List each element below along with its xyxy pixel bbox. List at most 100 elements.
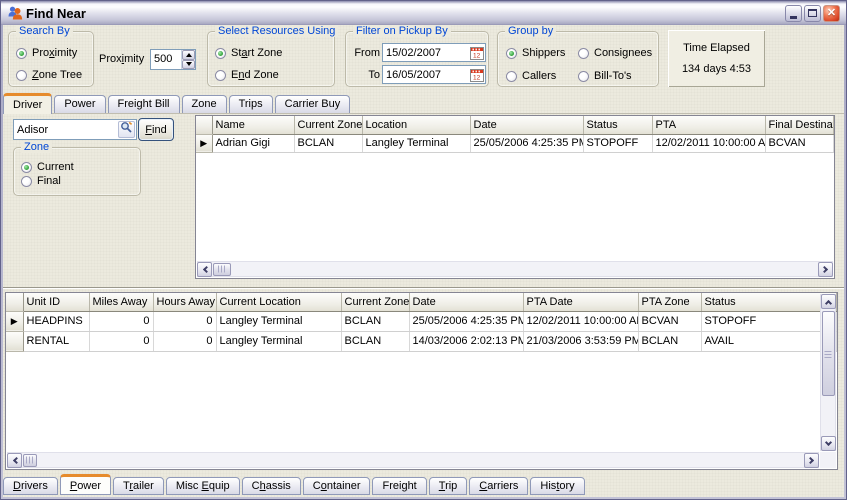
resource-tab-freight-bill[interactable]: Freight Bill xyxy=(108,95,180,113)
close-icon: ✕ xyxy=(827,6,836,21)
table-row[interactable]: ▶Adrian GigiBCLANLangley Terminal25/05/2… xyxy=(196,134,834,152)
power-grid-table-wrap: Unit IDMiles AwayHours AwayCurrent Locat… xyxy=(6,293,837,352)
calendar-icon[interactable]: 12 xyxy=(470,46,484,60)
column-header-pta-zone[interactable]: PTA Zone xyxy=(638,293,701,311)
cell-current-location: Langley Terminal xyxy=(216,331,341,351)
hscroll-thumb[interactable] xyxy=(213,263,231,276)
proximity-spinedit[interactable]: 500 xyxy=(150,49,196,70)
window-title: Find Near xyxy=(26,6,785,21)
column-header-miles-away[interactable]: Miles Away xyxy=(89,293,153,311)
close-button[interactable]: ✕ xyxy=(823,5,840,22)
equipment-tab-power[interactable]: Power xyxy=(60,474,111,495)
resource-tab-zone[interactable]: Zone xyxy=(182,95,227,113)
scroll-left-button[interactable] xyxy=(7,453,22,468)
svg-text:12: 12 xyxy=(473,74,481,81)
row-selector[interactable] xyxy=(6,331,23,351)
resource-tab-driver[interactable]: Driver xyxy=(3,93,52,114)
search-by-radio-proximity[interactable]: Proximity xyxy=(16,47,93,59)
column-header-final-destination[interactable]: Final Destination xyxy=(765,116,834,134)
hscroll-thumb[interactable] xyxy=(23,454,37,467)
find-button[interactable]: Find xyxy=(138,118,174,141)
resource-tab-carrier-buy[interactable]: Carrier Buy xyxy=(275,95,351,113)
column-header-status[interactable]: Status xyxy=(583,116,652,134)
resource-tab-trips[interactable]: Trips xyxy=(229,95,273,113)
row-selector[interactable]: ▶ xyxy=(196,134,212,152)
to-date-input[interactable]: 16/05/2007 12 xyxy=(382,65,486,84)
zone-radio-final[interactable]: Final xyxy=(21,175,140,187)
search-by-radio-zone-tree[interactable]: Zone Tree xyxy=(16,69,93,81)
driver-search-field[interactable]: Adisor xyxy=(13,119,137,140)
proximity-value[interactable]: 500 xyxy=(151,50,181,69)
cell-status: AVAIL xyxy=(701,331,837,351)
equipment-tab-history[interactable]: History xyxy=(530,477,584,495)
power-results-grid: Unit IDMiles AwayHours AwayCurrent Locat… xyxy=(5,292,838,470)
group-by-radio-callers[interactable]: Callers xyxy=(506,70,578,82)
group-by-radio-shippers[interactable]: Shippers xyxy=(506,47,578,59)
scroll-left-button[interactable] xyxy=(197,262,212,277)
equipment-tab-drivers[interactable]: Drivers xyxy=(3,477,58,495)
pickup-filter-group: Filter on Pickup By From 15/02/2007 12 T… xyxy=(345,31,489,87)
column-header-pta[interactable]: PTA xyxy=(652,116,765,134)
to-date-value[interactable]: 16/05/2007 xyxy=(383,69,470,81)
column-header-date[interactable]: Date xyxy=(470,116,583,134)
equipment-tab-misc-equip[interactable]: Misc Equip xyxy=(166,477,240,495)
scroll-right-button[interactable] xyxy=(804,453,819,468)
scroll-down-button[interactable] xyxy=(821,436,836,451)
column-header-hours-away[interactable]: Hours Away xyxy=(153,293,216,311)
cell-date: 25/05/2006 4:25:35 PM xyxy=(409,311,523,331)
lookup-button[interactable] xyxy=(118,121,135,138)
cell-pta-date: 21/03/2006 3:53:59 PM xyxy=(523,331,638,351)
scroll-up-button[interactable] xyxy=(821,294,836,309)
column-header-status[interactable]: Status xyxy=(701,293,837,311)
client-area: Search By ProximityZone Tree Proximity 5… xyxy=(3,25,844,497)
radio-label: Callers xyxy=(522,70,556,82)
from-date-input[interactable]: 15/02/2007 12 xyxy=(382,43,486,62)
cell-location: Langley Terminal xyxy=(362,134,470,152)
equipment-tab-chassis[interactable]: Chassis xyxy=(242,477,301,495)
driver-grid-hscrollbar[interactable] xyxy=(197,261,833,277)
spin-up-button[interactable] xyxy=(182,50,195,60)
from-date-value[interactable]: 15/02/2007 xyxy=(383,47,470,59)
group-by-radio-consignees[interactable]: Consignees xyxy=(578,47,658,59)
column-header-pta-date[interactable]: PTA Date xyxy=(523,293,638,311)
table-row[interactable]: ▶HEADPINS00Langley TerminalBCLAN25/05/20… xyxy=(6,311,837,331)
resources-radio-end-zone[interactable]: End Zone xyxy=(215,69,334,81)
row-selector[interactable]: ▶ xyxy=(6,311,23,331)
titlebar[interactable]: Find Near ✕ xyxy=(1,1,846,25)
equipment-tab-trip[interactable]: Trip xyxy=(429,477,468,495)
table-row[interactable]: RENTAL00Langley TerminalBCLAN14/03/2006 … xyxy=(6,331,837,351)
radio-icon xyxy=(578,71,589,82)
column-header-current-zone[interactable]: Current Zone xyxy=(341,293,409,311)
zone-options: Current Final xyxy=(14,148,140,187)
resources-radio-start-zone[interactable]: Start Zone xyxy=(215,47,334,59)
maximize-button[interactable] xyxy=(804,5,821,22)
column-header-current-location[interactable]: Current Location xyxy=(216,293,341,311)
scroll-right-button[interactable] xyxy=(818,262,833,277)
column-header-location[interactable]: Location xyxy=(362,116,470,134)
vscroll-thumb[interactable] xyxy=(822,311,835,396)
column-header-name[interactable]: Name xyxy=(212,116,294,134)
power-grid-hscrollbar[interactable] xyxy=(7,452,819,468)
column-header-current-zone[interactable]: Current Zone xyxy=(294,116,362,134)
equipment-tab-container[interactable]: Container xyxy=(303,477,371,495)
calendar-icon[interactable]: 12 xyxy=(470,68,484,82)
resource-tabstrip: DriverPowerFreight BillZoneTripsCarrier … xyxy=(3,92,844,114)
row-selector-header xyxy=(196,116,212,134)
group-by-group: Group by ShippersConsigneesCallersBill-T… xyxy=(497,31,659,87)
equipment-tab-freight[interactable]: Freight xyxy=(372,477,426,495)
equipment-tab-carriers[interactable]: Carriers xyxy=(469,477,528,495)
minimize-button[interactable] xyxy=(785,5,802,22)
spin-down-button[interactable] xyxy=(182,60,195,70)
equipment-tab-trailer[interactable]: Trailer xyxy=(113,477,164,495)
driver-search-value[interactable]: Adisor xyxy=(14,124,118,136)
power-grid-vscrollbar[interactable] xyxy=(820,294,836,451)
column-header-date[interactable]: Date xyxy=(409,293,523,311)
chevron-down-icon xyxy=(824,438,831,445)
radio-label: Start Zone xyxy=(231,47,282,59)
resource-tab-power[interactable]: Power xyxy=(54,95,105,113)
zone-radio-current[interactable]: Current xyxy=(21,161,140,173)
group-by-radio-bill-to-s[interactable]: Bill-To's xyxy=(578,70,658,82)
cell-pta-zone: BCVAN xyxy=(638,311,701,331)
column-header-unit-id[interactable]: Unit ID xyxy=(23,293,89,311)
driver-results-grid: NameCurrent ZoneLocationDateStatusPTAFin… xyxy=(195,115,835,279)
